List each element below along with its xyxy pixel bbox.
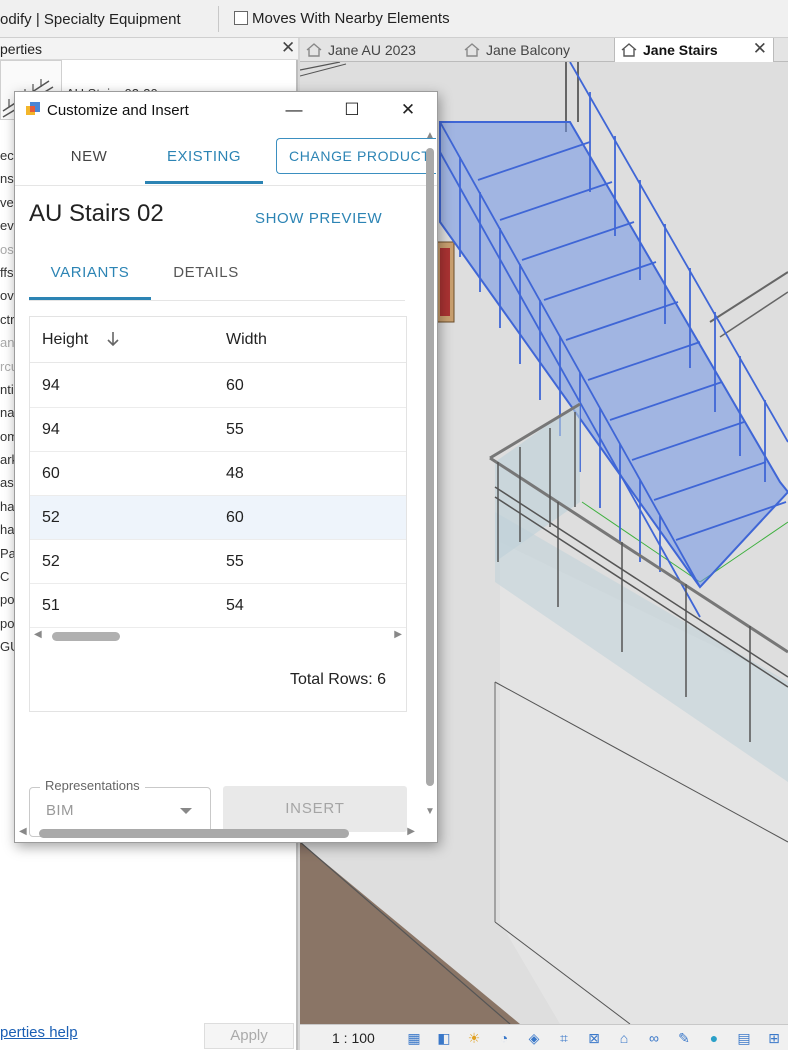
table-header: Height Width — [30, 317, 406, 363]
properties-close-icon[interactable]: ✕ — [281, 38, 295, 58]
apply-button[interactable]: Apply — [204, 1023, 294, 1049]
width-cell: 55 — [226, 421, 244, 438]
table-row[interactable]: 94 60 — [30, 364, 406, 408]
tab-new[interactable]: NEW — [29, 134, 149, 184]
tab-variants[interactable]: VARIANTS — [29, 252, 151, 300]
temporary-hide-icon[interactable]: ∞ — [646, 1030, 662, 1046]
scroll-right-icon[interactable]: ▶ — [394, 629, 402, 640]
tab-existing[interactable]: EXISTING — [145, 134, 263, 184]
view-control-bar: 1 : 100 ▦ ◧ ☀ ◔ ◈ ⌗ ⊠ ⌂ ∞ ✎ ● ▤ ⊞ — [300, 1024, 788, 1050]
scroll-up-icon[interactable]: ▲ — [425, 130, 435, 141]
dialog-vertical-scrollbar[interactable]: ▲ ▼ — [423, 130, 437, 820]
tab-label: Jane Balcony — [486, 42, 571, 58]
tab-close-icon[interactable]: ✕ — [753, 39, 767, 59]
dialog-title: Customize and Insert — [47, 102, 189, 119]
hide-crop-icon[interactable]: ⊠ — [586, 1030, 602, 1046]
height-cell: 51 — [42, 597, 60, 614]
tab-label: Jane Stairs — [643, 42, 718, 58]
table-row[interactable]: 52 55 — [30, 540, 406, 584]
render-icon[interactable]: ◈ — [526, 1030, 542, 1046]
width-cell: 60 — [226, 377, 244, 394]
height-cell: 94 — [42, 377, 60, 394]
highlight-displacement-icon[interactable]: ▤ — [736, 1030, 752, 1046]
moves-with-nearby-label[interactable]: Moves With Nearby Elements — [252, 10, 450, 27]
total-rows-label: Total Rows: 6 — [289, 671, 386, 688]
change-product-button[interactable]: CHANGE PRODUCT — [276, 138, 436, 174]
scrollbar-thumb[interactable] — [52, 632, 120, 641]
height-cell: 52 — [42, 509, 60, 526]
detail-level-icon[interactable]: ▦ — [406, 1030, 422, 1046]
maximize-icon[interactable]: ☐ — [337, 97, 367, 123]
table-row[interactable]: 51 54 — [30, 584, 406, 628]
home-icon — [464, 43, 480, 57]
height-cell: 60 — [42, 465, 60, 482]
tab-jane-balcony[interactable]: Jane Balcony — [464, 38, 614, 62]
view-scale[interactable]: 1 : 100 — [332, 1030, 375, 1046]
tab-jane-au-2023[interactable]: Jane AU 2023 — [306, 38, 456, 62]
tab-details[interactable]: DETAILS — [157, 252, 255, 300]
show-preview-button[interactable]: SHOW PREVIEW — [255, 210, 382, 227]
home-icon — [306, 43, 322, 57]
customize-insert-dialog: Customize and Insert — ☐ ✕ NEW EXISTING … — [14, 91, 438, 843]
tab-label: Jane AU 2023 — [328, 42, 416, 58]
properties-footer: perties help Apply — [0, 1020, 298, 1050]
height-cell: 94 — [42, 421, 60, 438]
lock-view-icon[interactable]: ⌂ — [616, 1030, 632, 1046]
scrollbar-thumb[interactable] — [426, 148, 434, 786]
constraints-icon[interactable]: ⊞ — [766, 1030, 782, 1046]
app-icon — [26, 102, 40, 115]
visual-style-icon[interactable]: ◧ — [436, 1030, 452, 1046]
representation-value: BIM — [46, 802, 74, 819]
width-cell: 55 — [226, 553, 244, 570]
height-cell: 52 — [42, 553, 60, 570]
sort-descending-icon[interactable] — [106, 331, 120, 347]
width-cell: 54 — [226, 597, 244, 614]
reveal-hidden-icon[interactable]: ✎ — [676, 1030, 692, 1046]
breadcrumb: odify | Specialty Equipment — [0, 11, 181, 28]
chevron-down-icon — [180, 808, 192, 814]
table-row[interactable]: 94 55 — [30, 408, 406, 452]
moves-with-nearby-checkbox[interactable] — [234, 11, 248, 25]
scrollbar-thumb[interactable] — [39, 829, 349, 838]
table-row[interactable]: 60 48 — [30, 452, 406, 496]
options-bar: odify | Specialty Equipment Moves With N… — [0, 0, 788, 38]
toolbar-divider — [218, 6, 219, 32]
dialog-title-bar[interactable]: Customize and Insert — ☐ ✕ — [15, 92, 437, 128]
dialog-horizontal-scrollbar[interactable]: ◀ ▶ — [19, 826, 415, 840]
product-title: AU Stairs 02 — [29, 200, 164, 227]
scroll-left-icon[interactable]: ◀ — [19, 826, 27, 837]
properties-header: perties ✕ — [0, 38, 298, 60]
scroll-down-icon[interactable]: ▼ — [425, 806, 435, 817]
scroll-right-icon[interactable]: ▶ — [407, 826, 415, 837]
close-icon[interactable]: ✕ — [393, 97, 423, 123]
representations-label: Representations — [40, 778, 145, 793]
variant-tabs: VARIANTS DETAILS — [29, 252, 405, 301]
width-cell: 48 — [226, 465, 244, 482]
table-row-selected[interactable]: 52 60 — [30, 496, 406, 540]
scroll-left-icon[interactable]: ◀ — [34, 629, 42, 640]
analytical-model-icon[interactable]: ● — [706, 1030, 722, 1046]
home-icon — [621, 43, 637, 57]
view-tab-bar: Jane AU 2023 Jane Balcony Jane Stairs ✕ — [300, 38, 788, 62]
table-horizontal-scrollbar[interactable]: ◀ ▶ — [34, 629, 402, 643]
width-column-header[interactable]: Width — [226, 331, 267, 349]
properties-title: perties — [0, 41, 43, 57]
sun-path-icon[interactable]: ☀ — [466, 1030, 482, 1046]
dialog-main-tabs: NEW EXISTING CHANGE PRODUCT — [15, 134, 437, 186]
properties-help-link[interactable]: perties help — [0, 1024, 78, 1041]
minimize-icon[interactable]: — — [279, 97, 309, 123]
crop-view-icon[interactable]: ⌗ — [556, 1030, 572, 1046]
variants-table: Height Width 94 60 94 55 60 48 52 60 52 … — [29, 316, 407, 712]
shadows-icon[interactable]: ◔ — [496, 1030, 512, 1046]
height-column-header[interactable]: Height — [42, 331, 88, 349]
tab-jane-stairs[interactable]: Jane Stairs ✕ — [614, 38, 774, 62]
width-cell: 60 — [226, 509, 244, 526]
